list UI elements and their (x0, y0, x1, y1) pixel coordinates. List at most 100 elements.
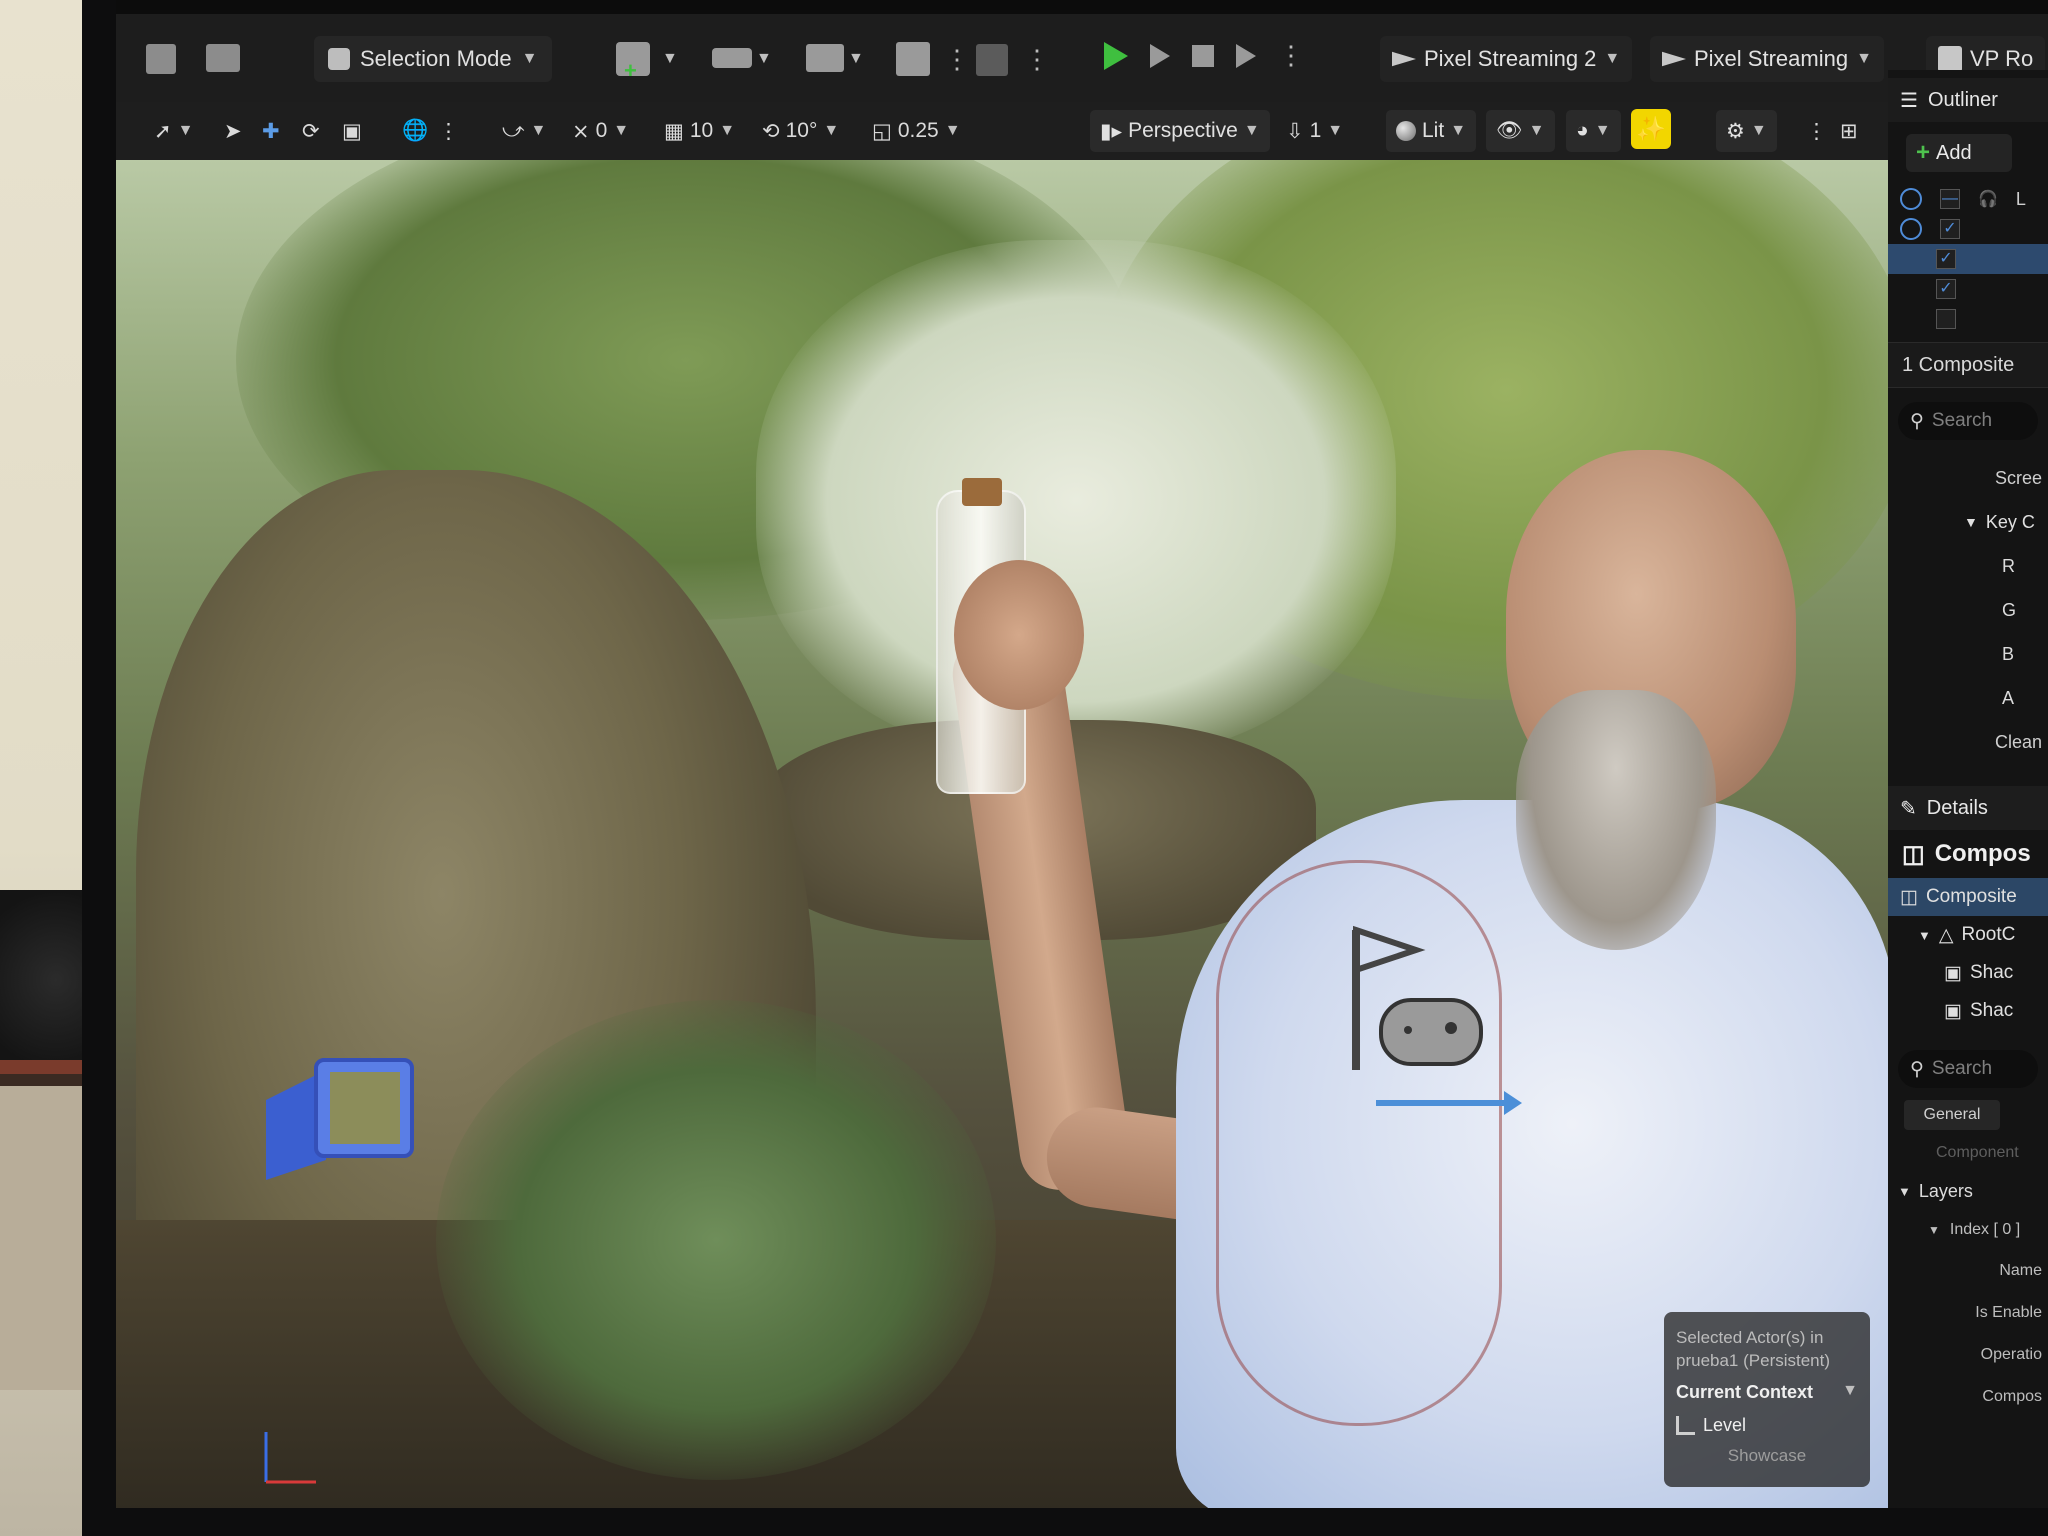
plus-icon: + (1916, 139, 1931, 166)
rotate-snap-value: 10° (785, 119, 818, 142)
chevron-down-icon: ▼ (1450, 122, 1467, 139)
property-key-color[interactable]: ▼ Key C (1888, 500, 2048, 544)
play-icon[interactable] (1104, 41, 1128, 70)
rotate-icon[interactable]: ⟳ (302, 112, 320, 150)
build-icon[interactable] (896, 42, 930, 76)
show-flags-dropdown[interactable]: 👁 ▼ (1486, 110, 1555, 152)
scale-snap-control[interactable]: ◱ 0.25 ▼ (872, 112, 961, 150)
checkbox[interactable]: ✓ (1936, 249, 1956, 269)
visibility-icon[interactable] (1900, 218, 1922, 240)
streaming-icon (1392, 51, 1416, 67)
viewport-toolbar: ➚ ▼ ➤ ✚ ⟳ ▣ 🌐 ⋮ ⤻ ▼ ⨯ 0 ▼ ▦ 10 ▼ ⟲ 10° ▼ ◱… (116, 102, 1888, 160)
outliner-row-selected[interactable]: ✓ (1888, 244, 2048, 274)
component-tree-item[interactable]: ▼ △ RootC (1888, 916, 2048, 954)
component-tree-item[interactable]: ▣ Shac (1888, 992, 2048, 1030)
more-options-icon[interactable]: ⋮ (944, 44, 970, 75)
camera-speed-icon: ⇩ (1286, 119, 1304, 143)
root-actor-label: Composite (1925, 886, 2017, 907)
vp-label: VP Ro (1970, 46, 2034, 71)
current-context-label: Current Context (1676, 1382, 1814, 1402)
more-options-icon[interactable]: ⋮ (438, 112, 459, 150)
more-options-icon[interactable]: ⋮ (1806, 112, 1827, 150)
gauge-icon: ◕ (1576, 119, 1589, 142)
level-item[interactable]: Level (1676, 1415, 1858, 1436)
scale-snap-value: 0.25 (897, 119, 939, 142)
chevron-down-icon[interactable]: ▼ (848, 50, 864, 68)
axis-gizmo-icon (264, 1432, 316, 1484)
index-row[interactable]: ▼ Index [ 0 ] (1888, 1210, 2048, 1250)
view-mode-dropdown[interactable]: ▮▸ Perspective ▼ (1090, 110, 1270, 152)
pixel-streaming-2-dropdown[interactable]: Pixel Streaming 2 ▼ (1380, 36, 1633, 82)
level-viewport[interactable]: Selected Actor(s) in prueba1 (Persistent… (116, 160, 1888, 1508)
camera-icon: ▮▸ (1100, 119, 1123, 143)
showcase-dropdown[interactable]: Showcase (1676, 1446, 1858, 1466)
cinematics-icon[interactable] (806, 44, 844, 72)
layers-section[interactable]: ▼ Layers (1888, 1172, 2048, 1210)
tab-details[interactable]: ✎ Details (1888, 786, 2048, 830)
outliner-row[interactable] (1888, 304, 2048, 334)
visibility-icon[interactable] (1900, 188, 1922, 210)
details-search-input[interactable]: ⚲ Search (1898, 1050, 2038, 1088)
component-tree-item[interactable]: ▣ Shac (1888, 954, 2048, 992)
category-general-button[interactable]: General (1904, 1100, 2000, 1130)
chevron-down-icon[interactable]: ▼ (756, 50, 772, 68)
property-screen: Scree (1994, 467, 2042, 488)
world-icon[interactable]: 🌐 (402, 112, 428, 150)
selected-actor-line2: prueba1 (Persistent) (1676, 1351, 1831, 1370)
camera-speed-control[interactable]: ⇩ 1 ▼ (1286, 112, 1343, 150)
channel-r: R (2002, 555, 2015, 576)
checkbox[interactable]: ✓ (1936, 279, 1956, 299)
checkbox[interactable]: ✓ (1940, 219, 1960, 239)
stop-icon[interactable] (1192, 44, 1214, 67)
lit-sphere-icon (1396, 121, 1416, 141)
component-tree-root[interactable]: ◫ Composite (1888, 878, 2048, 916)
tab-strip (116, 0, 2048, 14)
child-component-label: Shac (1969, 1000, 2014, 1021)
viewport-settings-dropdown[interactable]: ⚙ ▼ (1716, 110, 1777, 152)
rect-light-icon[interactable] (246, 1040, 416, 1180)
bottle-cork (962, 478, 1002, 506)
add-actor-icon[interactable]: + (616, 42, 650, 83)
grid-snap-control[interactable]: ▦ 10 ▼ (664, 112, 735, 150)
step-icon[interactable] (1150, 43, 1170, 68)
lighting-mode-dropdown[interactable]: Lit ▼ (1386, 110, 1477, 152)
current-context-title[interactable]: Current Context ▼ (1676, 1382, 1858, 1403)
selection-mode-dropdown[interactable]: Selection Mode ▼ (314, 36, 552, 82)
level-icon (1676, 1416, 1695, 1435)
realtime-toggle-icon[interactable]: ✨ (1631, 109, 1671, 149)
outliner-row[interactable]: ✓ (1888, 214, 2048, 244)
tab-outliner[interactable]: ☰ Outliner (1888, 78, 2048, 122)
search-icon: ⚲ (1910, 410, 1924, 432)
layout-icon[interactable]: ⊞ (1840, 112, 1858, 150)
eject-icon[interactable] (1236, 43, 1256, 68)
add-button[interactable]: + Add (1906, 134, 2012, 172)
more-options-icon[interactable]: ⋮ (1024, 44, 1050, 75)
translate-snap-control[interactable]: ⨯ 0 ▼ (572, 112, 629, 150)
modeling-tools-icon[interactable] (976, 44, 1008, 76)
more-options-icon[interactable]: ⋮ (1278, 40, 1304, 71)
details-title: ◫ Compos (1888, 830, 2048, 878)
chevron-down-icon[interactable]: ▼ (662, 50, 678, 68)
outliner-tab-label: Outliner (1927, 88, 1998, 111)
performance-dropdown[interactable]: ◕ ▼ (1566, 110, 1621, 152)
player-start-icon[interactable] (1316, 910, 1576, 1160)
surface-snap-icon[interactable]: ⤻ ▼ (502, 112, 546, 150)
translate-icon[interactable]: ✚ (262, 112, 280, 150)
pixel-streaming-dropdown[interactable]: Pixel Streaming ▼ (1650, 36, 1884, 82)
channel-g: G (2002, 599, 2017, 620)
select-mode-icon[interactable]: ➚ ▼ (154, 112, 193, 150)
outliner-row[interactable]: ✓ (1888, 274, 2048, 304)
select-arrow-icon[interactable]: ➤ (224, 112, 242, 150)
save-icon[interactable] (146, 44, 176, 74)
property-name: Name (1999, 1262, 2042, 1279)
rotate-snap-control[interactable]: ⟲ 10° ▼ (762, 112, 839, 150)
browse-icon[interactable] (206, 44, 240, 72)
chevron-down-icon: ▼ (1842, 1382, 1858, 1399)
blueprint-icon[interactable] (712, 48, 752, 68)
right-panel: ☰ Outliner + Add — 🎧 L ✓ ✓ ✓ 1 Composite… (1888, 70, 2048, 1508)
outliner-search-input[interactable]: ⚲ Search (1898, 402, 2038, 440)
selected-actor-line1: Selected Actor(s) in (1676, 1328, 1824, 1347)
main-toolbar: Selection Mode ▼ + ▼ ▼ ▼ ⋮ ⋮ ⋮ Pixel Str… (116, 14, 2048, 102)
scale-icon[interactable]: ▣ (342, 112, 362, 150)
checkbox[interactable] (1936, 309, 1956, 329)
